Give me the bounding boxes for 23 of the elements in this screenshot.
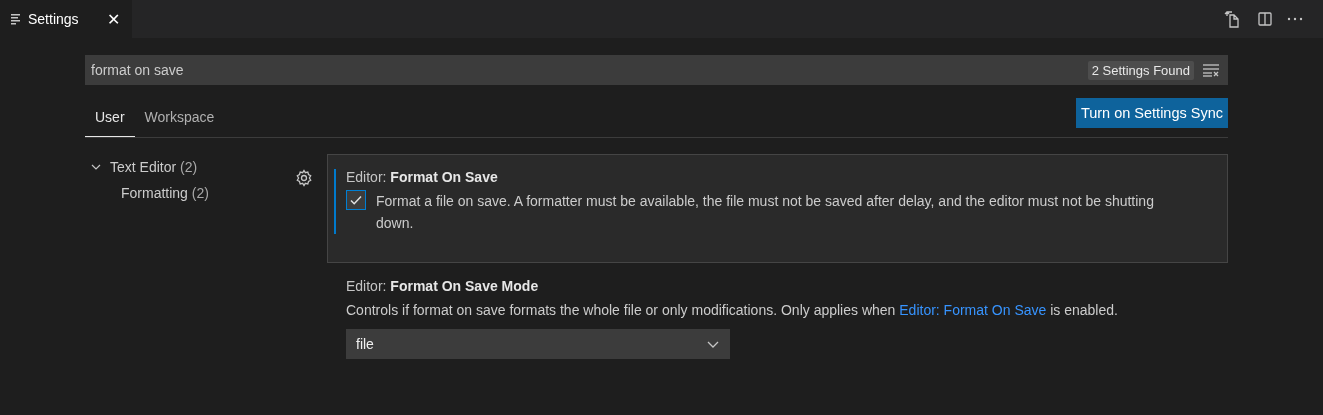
more-icon[interactable]	[1287, 17, 1303, 21]
tree-item[interactable]: Formatting (2)	[90, 180, 295, 206]
checkbox[interactable]	[346, 190, 366, 210]
search-input[interactable]: format on save	[91, 62, 1080, 78]
split-editor-icon[interactable]	[1257, 11, 1273, 27]
scope-tab[interactable]: User	[85, 101, 135, 137]
tab-title: Settings	[28, 11, 79, 27]
setting-title: Editor: Format On Save	[346, 169, 499, 185]
lines-icon	[10, 13, 22, 25]
clear-filter-icon[interactable]	[1202, 63, 1220, 77]
result-count: 2 Settings Found	[1087, 60, 1194, 80]
search-field[interactable]: format on save 2 Settings Found	[85, 55, 1228, 85]
setting-title: Editor: Format On Save Mode	[346, 278, 540, 294]
setting-description: Controls if format on save formats the whole file or only modifications. Only applies when Editor: Format On Save is enabled.	[346, 301, 1119, 320]
close-button[interactable]: ✕	[107, 9, 120, 29]
setting-description: Format a file on save. A formatter must be available, the file must not be saved after delay, and the editor must not be shutting down.	[376, 192, 1155, 233]
sync-button[interactable]: Turn on Settings Sync	[1075, 98, 1228, 128]
gear-icon[interactable]	[295, 169, 313, 187]
editor-tab[interactable]: Settings ✕	[0, 0, 132, 38]
tree-item[interactable]: Text Editor (2)	[90, 154, 295, 180]
dropdown[interactable]: file	[346, 329, 730, 359]
scope-tab[interactable]: Workspace	[134, 101, 225, 137]
setting-link[interactable]: Editor: Format On Save	[899, 302, 1047, 318]
